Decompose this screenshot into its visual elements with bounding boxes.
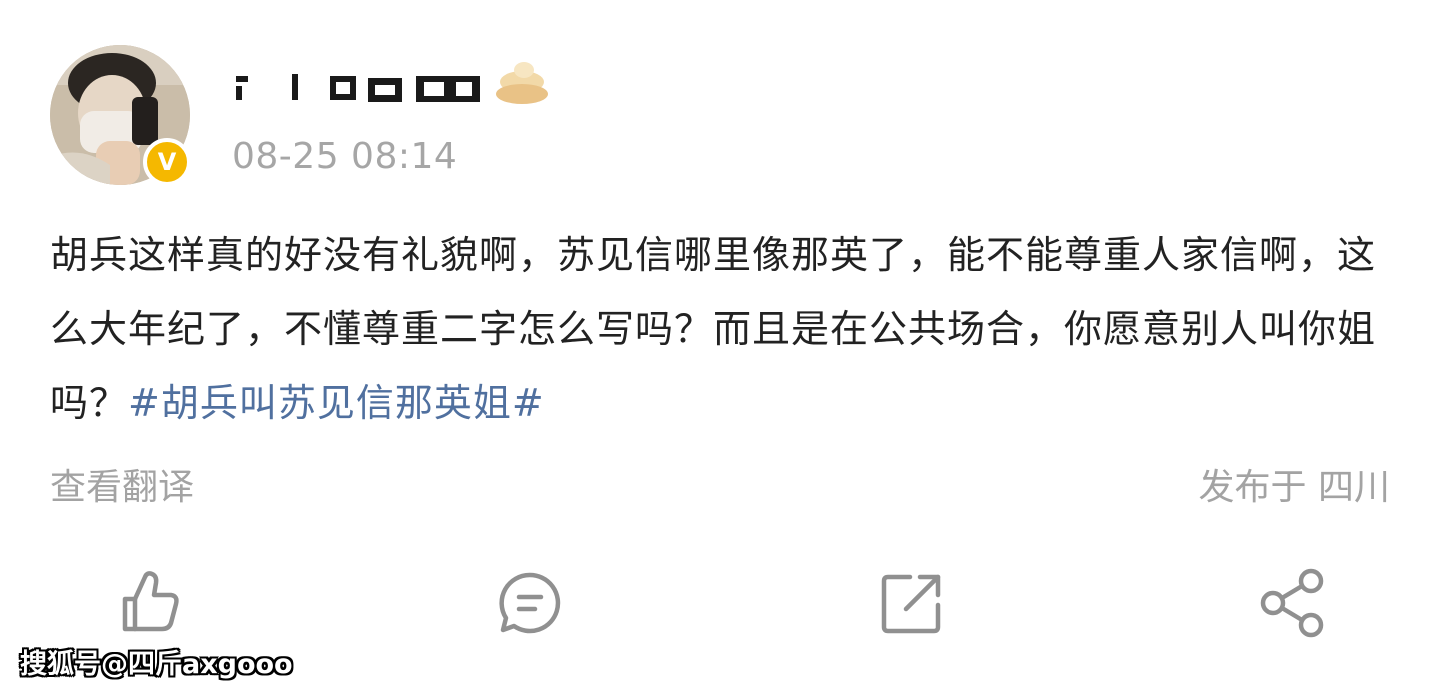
repost-icon bbox=[881, 574, 941, 634]
hashtag-link[interactable]: #胡兵叫苏见信那英姐# bbox=[128, 381, 545, 425]
share-icon bbox=[1260, 568, 1324, 638]
action-bar bbox=[0, 565, 1440, 641]
thumbs-up-icon bbox=[122, 571, 179, 632]
watermark: 搜狐号@四斤axgooo bbox=[20, 649, 293, 680]
username-obscured[interactable] bbox=[232, 52, 562, 114]
repost-button[interactable] bbox=[874, 565, 950, 641]
comment-button[interactable] bbox=[492, 565, 568, 641]
post-location: 发布于 四川 bbox=[1198, 467, 1390, 508]
post-timestamp: 08-25 08:14 bbox=[232, 136, 458, 177]
crown-icon bbox=[496, 62, 548, 104]
comment-icon bbox=[499, 572, 561, 634]
username-redaction bbox=[232, 62, 548, 104]
post-body: 胡兵这样真的好没有礼貌啊，苏见信哪里像那英了，能不能尊重人家信啊，这么大年纪了，… bbox=[50, 218, 1390, 440]
translate-button[interactable]: 查看翻译 bbox=[50, 458, 194, 510]
share-button[interactable] bbox=[1255, 565, 1331, 641]
verified-badge: V bbox=[143, 138, 191, 186]
like-button[interactable] bbox=[111, 565, 187, 641]
